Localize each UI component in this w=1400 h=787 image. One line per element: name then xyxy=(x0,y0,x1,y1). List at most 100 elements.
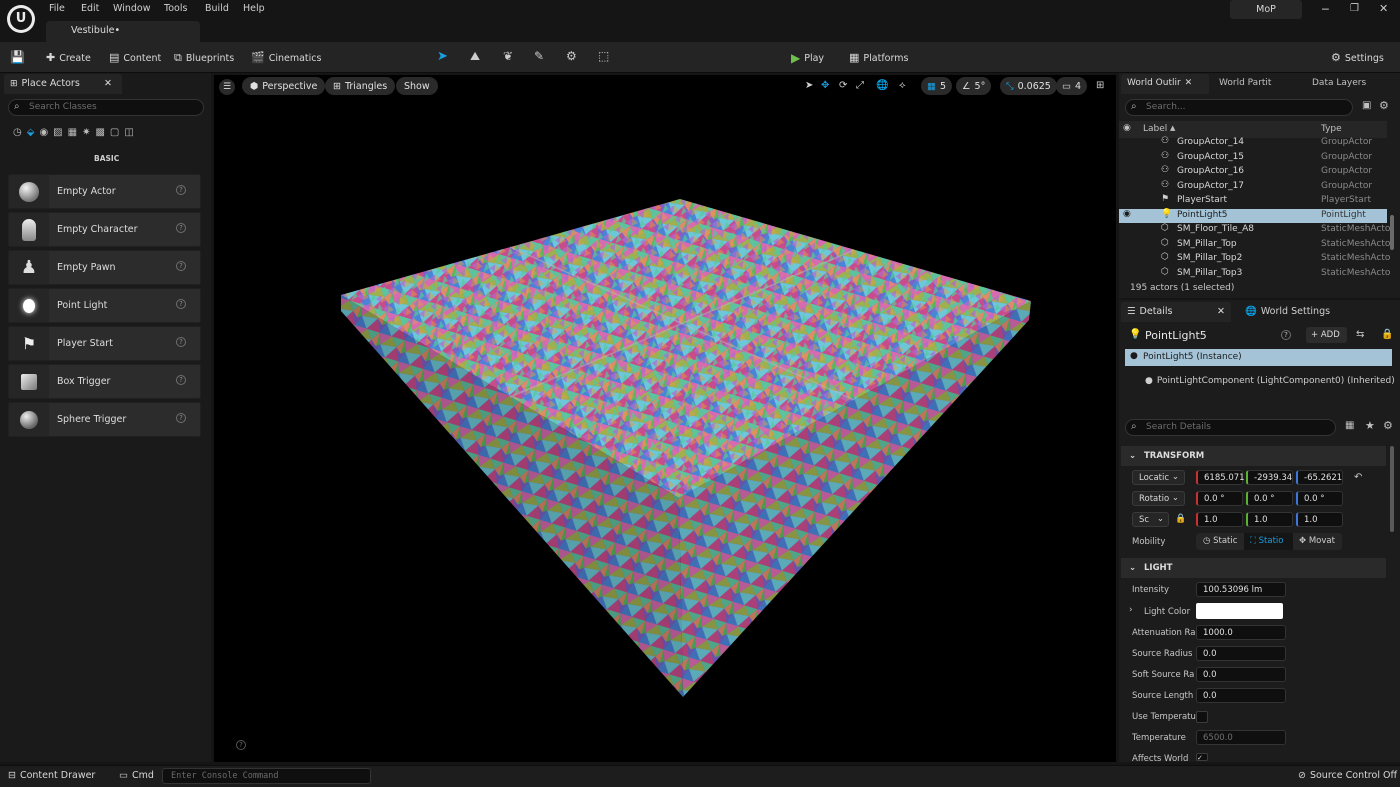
viewport-menu-icon[interactable]: ☰ xyxy=(219,79,235,95)
mobility-static-button[interactable]: ◷ Static xyxy=(1196,533,1244,550)
details-scrollbar[interactable] xyxy=(1390,446,1394,532)
settings-button[interactable]: ⚙ Settings xyxy=(1331,50,1384,66)
maximize-icon[interactable]: ❐ xyxy=(1350,3,1359,14)
landscape-mode-icon[interactable]: ⛰ xyxy=(470,49,480,64)
help-icon[interactable]: ? xyxy=(176,185,186,195)
source-control-button[interactable]: ⊘ Source Control Off xyxy=(1298,770,1397,781)
use-temperature-checkbox[interactable] xyxy=(1196,711,1208,723)
add-component-button[interactable]: + ADD xyxy=(1306,327,1347,343)
camera-speed-button[interactable]: ▭ 4 xyxy=(1056,77,1088,95)
mobility-stationary-button[interactable]: ⛶ Statio xyxy=(1244,533,1293,550)
scale-z-field[interactable]: 1.0 xyxy=(1296,512,1343,527)
chevron-right-icon[interactable]: › xyxy=(1129,605,1133,615)
actor-item-sphere-trigger[interactable]: Sphere Trigger ? xyxy=(8,402,201,437)
scale-x-field[interactable]: 1.0 xyxy=(1196,512,1243,527)
rotation-snap-button[interactable]: ∠ 5° xyxy=(956,77,992,95)
outliner-row[interactable]: ⚇ GroupActor_14 GroupActor xyxy=(1119,136,1387,151)
scale-snap-button[interactable]: ⤡ 0.0625 xyxy=(1000,77,1057,95)
light-section-header[interactable]: ⌄ LIGHT xyxy=(1121,558,1386,578)
affects-world-checkbox[interactable]: ✓ xyxy=(1196,753,1208,761)
outliner-row[interactable]: ⬡ SM_Pillar_Top3 StaticMeshActo xyxy=(1119,267,1390,282)
transform-section-header[interactable]: ⌄ TRANSFORM xyxy=(1121,446,1386,466)
attenuation-field[interactable]: 1000.0 xyxy=(1196,625,1286,640)
blueprint-convert-icon[interactable]: ⇆ xyxy=(1356,329,1364,340)
table-view-icon[interactable]: ▦ xyxy=(1345,420,1354,431)
create-button[interactable]: ✚ Create xyxy=(46,50,91,66)
details-tab[interactable]: ☰ Details ✕ xyxy=(1121,302,1231,322)
actor-item-point-light[interactable]: Point Light ? xyxy=(8,288,201,323)
paint-mode-icon[interactable]: ✎ xyxy=(534,49,544,63)
lights-icon[interactable]: ◉ xyxy=(39,127,48,143)
content-button[interactable]: ▤ Content xyxy=(109,50,161,66)
help-icon[interactable]: ? xyxy=(176,413,186,423)
menu-file[interactable]: File xyxy=(49,3,65,14)
menu-tools[interactable]: Tools xyxy=(164,3,187,14)
temperature-field[interactable]: 6500.0 xyxy=(1196,730,1286,745)
geometry-icon[interactable]: ▩ xyxy=(95,127,104,143)
data-layers-tab[interactable]: Data Layers xyxy=(1312,78,1366,88)
close-window-icon[interactable]: ✕ xyxy=(1379,2,1388,15)
help-icon[interactable]: ? xyxy=(176,223,186,233)
select-mode-icon[interactable]: ➤ xyxy=(437,49,448,64)
outliner-tab[interactable]: World Outlir ✕ xyxy=(1121,74,1209,94)
volumes-icon[interactable]: ▢ xyxy=(110,127,119,143)
menu-window[interactable]: Window xyxy=(113,3,150,14)
play-button[interactable]: ▶ Play xyxy=(791,50,824,66)
perspective-button[interactable]: ⬢ Perspective xyxy=(242,77,326,95)
world-local-icon[interactable]: 🌐 xyxy=(876,80,888,91)
scale-lock-icon[interactable]: 🔒 xyxy=(1175,514,1186,524)
source-radius-field[interactable]: 0.0 xyxy=(1196,646,1286,661)
outliner-row[interactable]: ⚇ GroupActor_17 GroupActor xyxy=(1119,180,1387,195)
unreal-logo-icon[interactable]: U xyxy=(7,5,35,33)
type-column[interactable]: Type xyxy=(1321,124,1342,134)
outliner-row[interactable]: ⬡ SM_Pillar_Top StaticMeshActo xyxy=(1119,238,1390,253)
rotation-z-field[interactable]: 0.0 ° xyxy=(1296,491,1343,506)
rotate-tool-icon[interactable]: ⟳ xyxy=(839,80,847,91)
actor-item-empty-actor[interactable]: Empty Actor ? xyxy=(8,174,201,209)
source-length-field[interactable]: 0.0 xyxy=(1196,688,1286,703)
visibility-eye-icon[interactable]: ◉ xyxy=(1123,209,1131,219)
translate-tool-icon[interactable]: ✥ xyxy=(821,80,829,91)
blueprints-button[interactable]: ⧉ Blueprints xyxy=(174,50,234,66)
reset-arrow-icon[interactable]: ↶ xyxy=(1354,472,1362,483)
location-dropdown[interactable]: Locatic ⌄ xyxy=(1132,470,1185,485)
scale-y-field[interactable]: 1.0 xyxy=(1246,512,1293,527)
actor-item-player-start[interactable]: ⚑ Player Start ? xyxy=(8,326,201,361)
view-mode-button[interactable]: ⊞ Triangles xyxy=(325,77,396,95)
search-classes-input[interactable]: ⌕ Search Classes xyxy=(8,99,204,116)
save-icon[interactable]: 💾 xyxy=(10,50,25,64)
outliner-row[interactable]: ⚇ GroupActor_16 GroupActor xyxy=(1119,165,1387,180)
close-tab-icon[interactable]: ✕ xyxy=(104,78,112,89)
scale-dropdown[interactable]: Sc ⌄ xyxy=(1132,512,1169,527)
shapes-icon[interactable]: ▨ xyxy=(53,127,62,143)
menu-build[interactable]: Build xyxy=(205,3,229,14)
search-details-input[interactable]: ⌕ Search Details xyxy=(1125,419,1336,436)
close-tab-icon[interactable]: ✕ xyxy=(1185,78,1193,88)
rotation-y-field[interactable]: 0.0 ° xyxy=(1246,491,1293,506)
foliage-mode-icon[interactable]: ❦ xyxy=(503,49,513,63)
fracture-mode-icon[interactable]: ⬚ xyxy=(598,49,609,63)
light-color-swatch[interactable] xyxy=(1196,603,1283,619)
component-point-light-row[interactable]: ● PointLightComponent (LightComponent0) (… xyxy=(1145,376,1395,386)
content-drawer-button[interactable]: ⊟ Content Drawer xyxy=(8,770,95,781)
place-actors-tab[interactable]: ⊞ Place Actors ✕ xyxy=(4,74,122,94)
close-tab-icon[interactable]: ✕ xyxy=(1217,306,1225,317)
component-instance-row[interactable]: ● PointLight5 (Instance) xyxy=(1125,349,1392,366)
outliner-scrollbar[interactable] xyxy=(1390,215,1394,250)
cinematics-button[interactable]: 🎬 Cinematics xyxy=(251,50,321,66)
basic-icon[interactable]: ⬙ xyxy=(27,127,35,143)
level-viewport[interactable]: ? xyxy=(214,75,1116,762)
select-tool-icon[interactable]: ➤ xyxy=(805,80,813,91)
world-partition-tab[interactable]: World Partit xyxy=(1219,78,1271,88)
outliner-settings-icon[interactable]: ⚙ xyxy=(1379,99,1389,112)
visual-effects-icon[interactable]: ✷ xyxy=(82,127,90,143)
outliner-row[interactable]: ⬡ SM_Floor_Tile_A8 StaticMeshActo xyxy=(1119,223,1390,238)
location-z-field[interactable]: -65.2621 xyxy=(1296,470,1343,485)
outliner-row[interactable]: ⬡ SM_Pillar_Top2 StaticMeshActo xyxy=(1119,252,1390,267)
help-icon[interactable]: ? xyxy=(176,337,186,347)
minimize-icon[interactable]: ─ xyxy=(1322,3,1329,16)
help-icon[interactable]: ? xyxy=(1281,330,1291,340)
mobility-movable-button[interactable]: ✥ Movat xyxy=(1293,533,1342,550)
outliner-search-input[interactable]: ⌕ Search... xyxy=(1125,99,1353,116)
outliner-row[interactable]: ◉ 💡 PointLight5 PointLight xyxy=(1119,208,1387,223)
